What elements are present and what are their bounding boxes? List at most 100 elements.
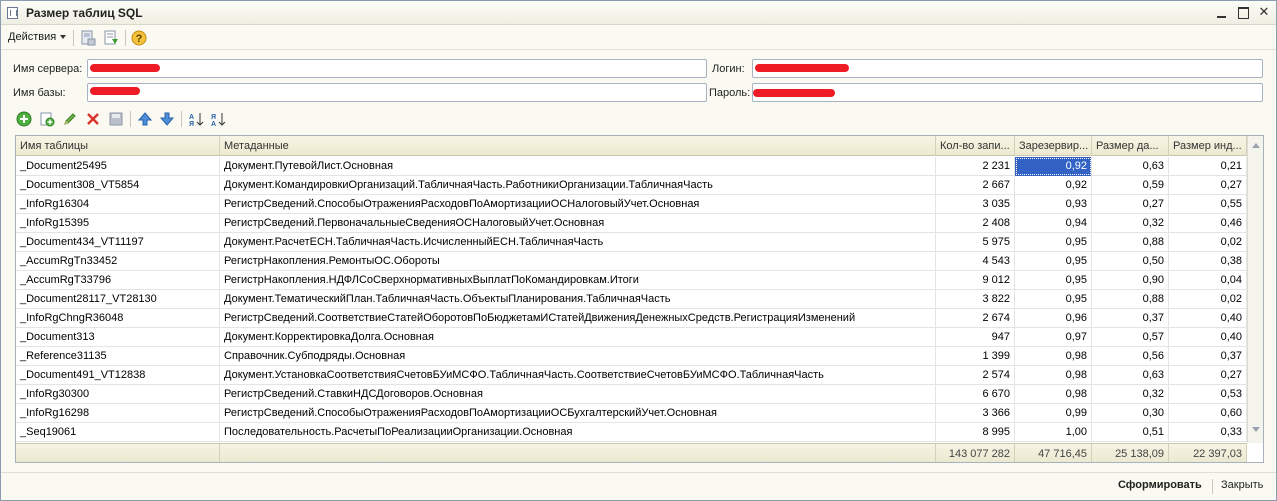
cell-index-size[interactable]: 0,27 <box>1169 366 1247 385</box>
cell-record-count[interactable]: 9 012 <box>936 271 1015 290</box>
actions-menu[interactable]: Действия <box>8 31 67 43</box>
cell-reserved[interactable]: 0,95 <box>1015 271 1092 290</box>
column-header-metadata[interactable]: Метаданные <box>220 136 936 156</box>
cell-index-size[interactable]: 0,40 <box>1169 309 1247 328</box>
cell-data-size[interactable]: 0,88 <box>1092 290 1169 309</box>
save-settings-icon[interactable] <box>80 30 96 46</box>
cell-metadata[interactable]: Документ.РасчетЕСН.ТабличнаяЧасть.Исчисл… <box>220 233 936 252</box>
cell-data-size[interactable]: 0,57 <box>1092 328 1169 347</box>
table-row[interactable]: _Reference31135 Справочник.Субподряды.Осн… <box>16 347 1247 366</box>
cell-table-name[interactable]: _AccumRgT33796 <box>16 271 220 290</box>
cell-index-size[interactable]: 0,38 <box>1169 252 1247 271</box>
cell-metadata[interactable]: РегистрНакопления.РемонтыОС.Обороты <box>220 252 936 271</box>
cell-record-count[interactable]: 2 574 <box>936 366 1015 385</box>
cell-record-count[interactable]: 2 408 <box>936 214 1015 233</box>
cell-index-size[interactable]: 0,21 <box>1169 157 1247 176</box>
cell-metadata[interactable]: РегистрСведений.СоответствиеСтатейОборот… <box>220 309 936 328</box>
column-header-reserved[interactable]: Зарезервир... <box>1015 136 1092 156</box>
cell-index-size[interactable]: 0,53 <box>1169 385 1247 404</box>
table-row[interactable]: _Document25495 Документ.ПутевойЛист.Основ… <box>16 157 1247 176</box>
cell-index-size[interactable]: 0,46 <box>1169 214 1247 233</box>
load-settings-icon[interactable] <box>103 30 119 46</box>
cell-table-name[interactable]: _InfoRg30300 <box>16 385 220 404</box>
move-down-icon[interactable] <box>159 111 175 127</box>
cell-table-name[interactable]: _Document491_VT12838 <box>16 366 220 385</box>
cell-table-name[interactable]: _Document434_VT11197 <box>16 233 220 252</box>
table-row[interactable]: _Document313 Документ.КорректировкаДолга.… <box>16 328 1247 347</box>
sort-ascending-icon[interactable]: A Я <box>188 111 204 127</box>
cell-metadata[interactable]: Документ.ПутевойЛист.Основная <box>220 157 936 176</box>
cell-reserved[interactable]: 0,95 <box>1015 290 1092 309</box>
cell-table-name[interactable]: _InfoRgChngR36048 <box>16 309 220 328</box>
cell-data-size[interactable]: 0,30 <box>1092 404 1169 423</box>
cell-table-name[interactable]: _InfoRg16298 <box>16 404 220 423</box>
cell-index-size[interactable]: 0,60 <box>1169 404 1247 423</box>
edit-pencil-icon[interactable] <box>62 111 78 127</box>
generate-button[interactable]: Сформировать <box>1118 479 1202 491</box>
cell-index-size[interactable]: 0,02 <box>1169 290 1247 309</box>
cell-reserved[interactable]: 0,92 <box>1015 176 1092 195</box>
table-row[interactable]: _InfoRg15395 РегистрСведений.Первоначальн… <box>16 214 1247 233</box>
copy-row-icon[interactable] <box>39 111 55 127</box>
cell-reserved[interactable]: 0,95 <box>1015 233 1092 252</box>
cell-record-count[interactable]: 4 543 <box>936 252 1015 271</box>
cell-reserved[interactable]: 0,97 <box>1015 328 1092 347</box>
cell-metadata[interactable]: Документ.КомандировкиОрганизаций.Табличн… <box>220 176 936 195</box>
add-row-icon[interactable] <box>16 111 32 127</box>
column-header-table-name[interactable]: Имя таблицы <box>16 136 220 156</box>
cell-metadata[interactable]: Последовательность.РасчетыПоРеализацииОр… <box>220 423 936 442</box>
cell-data-size[interactable]: 0,37 <box>1092 309 1169 328</box>
cell-record-count[interactable]: 6 670 <box>936 385 1015 404</box>
table-row[interactable]: _Seq19061 Последовательность.РасчетыПоРеа… <box>16 423 1247 442</box>
cell-record-count[interactable]: 8 995 <box>936 423 1015 442</box>
cell-record-count[interactable]: 3 822 <box>936 290 1015 309</box>
cell-reserved[interactable]: 1,00 <box>1015 423 1092 442</box>
cell-metadata[interactable]: РегистрСведений.СтавкиНДСДоговоров.Основ… <box>220 385 936 404</box>
cell-reserved[interactable]: 0,93 <box>1015 195 1092 214</box>
scroll-up-icon[interactable] <box>1252 143 1260 148</box>
cell-metadata[interactable]: Документ.ТематическийПлан.ТабличнаяЧасть… <box>220 290 936 309</box>
cell-reserved[interactable]: 0,95 <box>1015 252 1092 271</box>
move-up-icon[interactable] <box>137 111 153 127</box>
table-row[interactable]: _Document308_VT5854 Документ.Командировки… <box>16 176 1247 195</box>
cell-table-name[interactable]: _InfoRg16304 <box>16 195 220 214</box>
scroll-down-icon[interactable] <box>1252 427 1260 432</box>
cell-metadata[interactable]: Документ.КорректировкаДолга.Основная <box>220 328 936 347</box>
cell-record-count[interactable]: 2 231 <box>936 157 1015 176</box>
cell-data-size[interactable]: 0,88 <box>1092 233 1169 252</box>
cell-metadata[interactable]: Документ.УстановкаСоответствияСчетовБУиМ… <box>220 366 936 385</box>
cell-data-size[interactable]: 0,56 <box>1092 347 1169 366</box>
cell-record-count[interactable]: 2 667 <box>936 176 1015 195</box>
cell-data-size[interactable]: 0,27 <box>1092 195 1169 214</box>
cell-data-size[interactable]: 0,32 <box>1092 385 1169 404</box>
column-header-index-size[interactable]: Размер инд... <box>1169 136 1247 156</box>
cell-data-size[interactable]: 0,32 <box>1092 214 1169 233</box>
table-row[interactable]: _InfoRg16298 РегистрСведений.СпособыОтраж… <box>16 404 1247 423</box>
table-row[interactable]: _InfoRgChngR36048 РегистрСведений.Соответ… <box>16 309 1247 328</box>
vertical-scrollbar[interactable] <box>1247 136 1263 443</box>
maximize-button[interactable] <box>1235 4 1251 20</box>
delete-icon[interactable] <box>85 111 101 127</box>
cell-reserved[interactable]: 0,92 <box>1015 157 1092 176</box>
table-row[interactable]: _AccumRgT33796 РегистрНакопления.НДФЛСоСв… <box>16 271 1247 290</box>
cell-data-size[interactable]: 0,63 <box>1092 157 1169 176</box>
cell-index-size[interactable]: 0,04 <box>1169 271 1247 290</box>
cell-index-size[interactable]: 0,02 <box>1169 233 1247 252</box>
cell-table-name[interactable]: _Document308_VT5854 <box>16 176 220 195</box>
sort-descending-icon[interactable]: Я A <box>210 111 226 127</box>
cell-table-name[interactable]: _Document28117_VT28130 <box>16 290 220 309</box>
close-button[interactable]: Закрыть <box>1221 479 1263 491</box>
table-row[interactable]: _InfoRg30300 РегистрСведений.СтавкиНДСДог… <box>16 385 1247 404</box>
cell-metadata[interactable]: Справочник.Субподряды.Основная <box>220 347 936 366</box>
cell-metadata[interactable]: РегистрНакопления.НДФЛСоСверхнормативных… <box>220 271 936 290</box>
cell-index-size[interactable]: 0,40 <box>1169 328 1247 347</box>
table-row[interactable]: _Document434_VT11197 Документ.РасчетЕСН.Т… <box>16 233 1247 252</box>
cell-index-size[interactable]: 0,27 <box>1169 176 1247 195</box>
close-window-button[interactable]: ✕ <box>1256 4 1272 20</box>
cell-table-name[interactable]: _Seq19061 <box>16 423 220 442</box>
cell-table-name[interactable]: _InfoRg15395 <box>16 214 220 233</box>
cell-reserved[interactable]: 0,94 <box>1015 214 1092 233</box>
table-row[interactable]: _Document491_VT12838 Документ.УстановкаСо… <box>16 366 1247 385</box>
column-header-data-size[interactable]: Размер да... <box>1092 136 1169 156</box>
cell-data-size[interactable]: 0,90 <box>1092 271 1169 290</box>
